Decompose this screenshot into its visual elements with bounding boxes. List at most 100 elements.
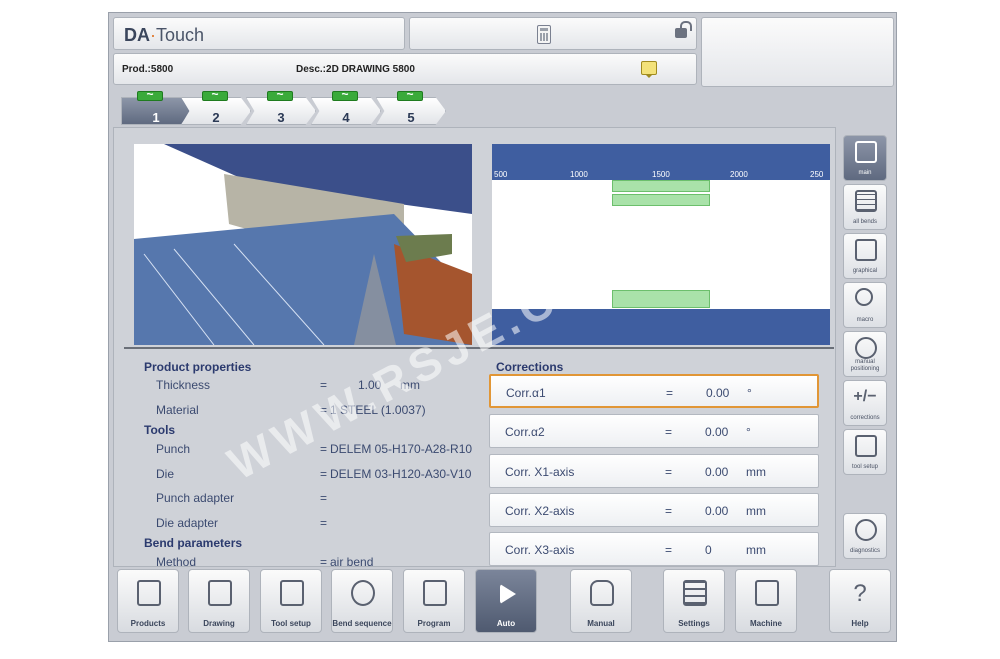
tool-icon	[855, 435, 877, 457]
thickness-label: Thickness	[156, 378, 211, 392]
folder-icon	[137, 580, 161, 606]
table-icon	[855, 190, 877, 212]
note-icon[interactable]	[641, 61, 657, 78]
bend-tabs: 1 2 3 4 5	[121, 87, 451, 125]
unlock-icon[interactable]	[675, 21, 692, 38]
correction-label: Corr.α2	[505, 425, 545, 439]
side-button-main[interactable]: main	[843, 135, 887, 181]
nav-settings-button[interactable]: Settings	[663, 569, 725, 633]
bend-tab-2[interactable]: 2	[181, 97, 251, 125]
tools-title: Tools	[144, 423, 176, 437]
nav-bend-sequence-button[interactable]: Bend sequence	[331, 569, 393, 633]
method-label: Method	[156, 555, 197, 569]
bend-segment	[612, 180, 710, 192]
material-label: Material	[156, 403, 199, 417]
status-box	[409, 17, 697, 50]
top-ruler: 500 1000 1500 2000 250	[492, 144, 830, 180]
bottom-navigation: Products Drawing Tool setup Bend sequenc…	[113, 569, 894, 639]
product-description: Desc.:2D DRAWING 5800	[296, 64, 415, 75]
question-icon: ?	[853, 580, 867, 607]
correction-value: 0.00	[705, 504, 729, 518]
machine-icon	[755, 580, 779, 606]
calculator-icon[interactable]	[537, 25, 551, 44]
nav-tool-setup-button[interactable]: Tool setup	[260, 569, 322, 633]
nav-auto-button[interactable]: Auto	[475, 569, 537, 633]
nav-help-button[interactable]: ? Help	[829, 569, 891, 633]
sliders-icon	[683, 580, 707, 606]
bend-tab-3[interactable]: 3	[246, 97, 316, 125]
correction-alpha1[interactable]: Corr.α1 = 0.00 °	[489, 374, 819, 408]
product-properties-title: Product properties	[144, 360, 252, 374]
correction-unit: mm	[746, 543, 766, 557]
correction-x3-axis[interactable]: Corr. X3-axis = 0 mm	[489, 532, 819, 566]
product-number: Prod.:5800	[122, 64, 174, 75]
nav-manual-button[interactable]: Manual	[570, 569, 632, 633]
message-box	[701, 17, 894, 87]
nav-program-button[interactable]: Program	[403, 569, 465, 633]
sequence-icon	[351, 580, 375, 606]
da-touch-screen: DA·Touch Prod.:5800 Desc.:2D DRAWING 580…	[108, 12, 897, 642]
3d-bend-view[interactable]	[134, 144, 472, 345]
side-button-graphical[interactable]: graphical	[843, 233, 887, 279]
side-button-macro[interactable]: macro	[843, 282, 887, 328]
correction-label: Corr.α1	[506, 386, 546, 400]
main-icon	[855, 141, 877, 163]
correction-alpha2[interactable]: Corr.α2 = 0.00 °	[489, 414, 819, 448]
pages-icon	[423, 580, 447, 606]
correction-label: Corr. X1-axis	[505, 465, 575, 479]
bend-status-icon	[267, 87, 293, 101]
correction-value: 0	[705, 543, 712, 557]
corrections-title: Corrections	[496, 360, 564, 374]
correction-x2-axis[interactable]: Corr. X2-axis = 0.00 mm	[489, 493, 819, 527]
gauge-icon	[855, 519, 877, 541]
correction-label: Corr. X3-axis	[505, 543, 575, 557]
dial-icon	[855, 337, 877, 359]
side-button-corrections[interactable]: +/− corrections	[843, 380, 887, 426]
side-button-tool-setup[interactable]: tool setup	[843, 429, 887, 475]
bend-status-icon	[137, 87, 163, 101]
magnifier-icon	[855, 288, 873, 306]
play-icon	[500, 584, 516, 604]
punch-adapter-label: Punch adapter	[156, 491, 235, 505]
bend-status-icon	[397, 87, 423, 101]
bend-tab-4[interactable]: 4	[311, 97, 381, 125]
press-icon	[280, 580, 304, 606]
bend-status-icon	[332, 87, 358, 101]
correction-label: Corr. X2-axis	[505, 504, 575, 518]
bend-segment	[612, 194, 710, 206]
side-button-all-bends[interactable]: all bends	[843, 184, 887, 230]
nav-products-button[interactable]: Products	[117, 569, 179, 633]
bend-segment	[612, 290, 710, 308]
side-button-manual-positioning[interactable]: manual positioning	[843, 331, 887, 377]
correction-unit: mm	[746, 504, 766, 518]
punch-label: Punch	[156, 442, 191, 456]
pencil-icon	[208, 580, 232, 606]
correction-x1-axis[interactable]: Corr. X1-axis = 0.00 mm	[489, 454, 819, 488]
correction-value: 0.00	[705, 465, 729, 479]
bend-tab-5[interactable]: 5	[376, 97, 446, 125]
die-label: Die	[156, 467, 175, 481]
correction-unit: mm	[746, 465, 766, 479]
graph-icon	[855, 239, 877, 261]
method-value[interactable]: air bend	[330, 555, 373, 569]
nav-machine-button[interactable]: Machine	[735, 569, 797, 633]
hand-icon	[590, 580, 614, 606]
brand-logo: DA·Touch	[124, 25, 205, 45]
plus-minus-icon: +/−	[853, 388, 877, 405]
bend-tab-1[interactable]: 1	[121, 97, 191, 125]
side-menu: main all bends graphical macro manual po…	[839, 131, 894, 567]
die-value[interactable]: DELEM 03-H120-A30-V10	[330, 467, 472, 481]
3d-machine-scene	[134, 144, 472, 345]
logo-box: DA·Touch	[113, 17, 405, 50]
die-adapter-label: Die adapter	[156, 516, 219, 530]
correction-value: 0.00	[705, 425, 729, 439]
product-info-bar: Prod.:5800 Desc.:2D DRAWING 5800	[113, 53, 697, 85]
correction-unit: °	[747, 386, 752, 400]
correction-unit: °	[746, 425, 751, 439]
bend-parameters-title: Bend parameters	[144, 536, 243, 550]
side-button-diagnostics[interactable]: diagnostics	[843, 513, 887, 559]
nav-drawing-button[interactable]: Drawing	[188, 569, 250, 633]
punch-value[interactable]: DELEM 05-H170-A28-R10	[330, 442, 472, 456]
correction-value: 0.00	[706, 386, 730, 400]
bend-status-icon	[202, 87, 228, 101]
